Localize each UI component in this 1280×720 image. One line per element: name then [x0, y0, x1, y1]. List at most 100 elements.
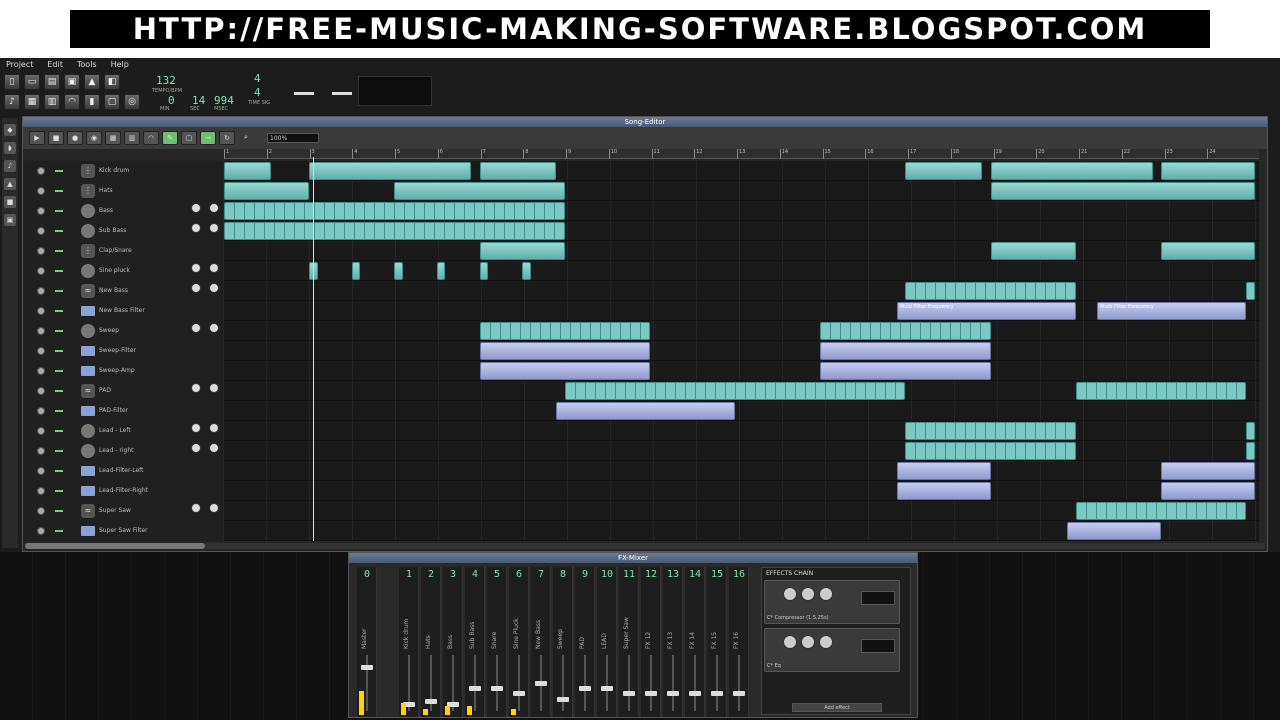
track-lane[interactable] [224, 181, 1259, 201]
volume-fader[interactable] [579, 686, 591, 692]
volume-fader[interactable] [601, 686, 613, 692]
pan-knob[interactable] [209, 223, 219, 233]
time-sig-top[interactable]: 4 [254, 72, 261, 85]
automation-editor-icon[interactable]: ◠ [64, 94, 80, 110]
effect-knob-decay[interactable] [801, 635, 815, 649]
track-lane[interactable] [224, 421, 1259, 441]
pattern-clip[interactable] [224, 182, 310, 200]
track-name[interactable]: Sub Bass [99, 227, 126, 234]
automation-track-icon[interactable] [81, 366, 95, 376]
vol-knob[interactable] [191, 443, 201, 453]
track-lane[interactable] [224, 361, 1259, 381]
volume-fader[interactable] [361, 665, 373, 671]
effect-knob-w-d[interactable] [783, 587, 797, 601]
master-pitch-slider[interactable] [332, 92, 352, 95]
track-name[interactable]: Lead - right [99, 447, 134, 454]
loop-points-icon[interactable]: ↻ [219, 131, 235, 145]
track-lane[interactable] [224, 441, 1259, 461]
fx-channel[interactable]: 2 Hats [421, 567, 441, 717]
my-samples-icon[interactable]: ♪ [4, 160, 16, 172]
volume-fader[interactable] [733, 691, 745, 697]
stop-icon[interactable]: ■ [48, 131, 64, 145]
automation-pattern[interactable] [1161, 482, 1255, 500]
automation-pattern[interactable] [896, 482, 991, 500]
vol-knob[interactable] [191, 383, 201, 393]
whats-this-icon[interactable]: ◧ [104, 74, 120, 90]
automation-track-icon[interactable] [81, 306, 95, 316]
effect-knob-gate[interactable] [819, 635, 833, 649]
pattern-clip[interactable] [224, 222, 565, 240]
instrument-icon[interactable] [81, 324, 95, 338]
piano-roll-icon[interactable]: ▥ [44, 94, 60, 110]
track-name[interactable]: Lead-Filter-Right [99, 487, 148, 494]
pattern-clip[interactable] [436, 262, 446, 280]
time-sig-bottom[interactable]: 4 [254, 86, 261, 99]
track-name[interactable]: Lead-Filter-Left [99, 467, 144, 474]
add-sample-track-icon[interactable]: ▥ [124, 131, 140, 145]
new-from-template-icon[interactable]: ▭ [24, 74, 40, 90]
vol-knob[interactable] [191, 423, 201, 433]
mute-toggle[interactable] [37, 287, 45, 295]
track-name[interactable]: Super Saw [99, 507, 131, 514]
volume-fader[interactable] [469, 686, 481, 692]
instrument-icon[interactable] [81, 444, 95, 458]
automation-pattern[interactable] [820, 362, 991, 380]
fx-channel[interactable]: 5 Snare [487, 567, 507, 717]
pattern-clip[interactable] [990, 182, 1255, 200]
track-lane[interactable] [224, 461, 1259, 481]
my-home-icon[interactable]: ■ [4, 196, 16, 208]
pan-knob[interactable] [209, 503, 219, 513]
auto-scroll-icon[interactable]: → [200, 131, 216, 145]
automation-pattern[interactable]: Multi Filter Frequency [896, 302, 1076, 320]
track-name[interactable]: Lead - Left [99, 427, 131, 434]
vol-knob[interactable] [191, 283, 201, 293]
fx-channel[interactable]: 3 Bass [443, 567, 463, 717]
fx-channel[interactable]: 15 FX 15 [707, 567, 727, 717]
beat-editor-icon[interactable]: ▦ [24, 94, 40, 110]
pattern-clip[interactable] [394, 262, 403, 280]
track-lane[interactable] [224, 521, 1259, 541]
track-name[interactable]: PAD-Filter [99, 407, 128, 414]
pan-knob[interactable] [209, 283, 219, 293]
pattern-clip[interactable] [820, 322, 991, 340]
fx-channel[interactable]: 1 Kick drum [399, 567, 419, 717]
track-name[interactable]: Sweep-Filter [99, 347, 136, 354]
fx-channel[interactable]: 12 FX 12 [641, 567, 661, 717]
mute-toggle[interactable] [37, 387, 45, 395]
pattern-clip[interactable] [564, 382, 906, 400]
root-directory-icon[interactable]: ▣ [4, 214, 16, 226]
pattern-clip[interactable] [224, 202, 565, 220]
pan-knob[interactable] [209, 203, 219, 213]
track-lane[interactable] [224, 381, 1259, 401]
instrument-icon[interactable]: ≈ [81, 284, 95, 298]
automation-pattern[interactable] [1067, 522, 1162, 540]
pattern-clip[interactable] [479, 162, 557, 180]
track-lane[interactable] [224, 341, 1259, 361]
menu-project[interactable]: Project [6, 60, 33, 72]
track-name[interactable]: Sweep-Amp [99, 367, 135, 374]
mute-toggle[interactable] [37, 427, 45, 435]
instrument-icon[interactable] [81, 224, 95, 238]
automation-pattern[interactable] [479, 362, 650, 380]
controller-rack-icon[interactable]: ◎ [124, 94, 140, 110]
mute-toggle[interactable] [37, 367, 45, 375]
record-icon[interactable]: ● [67, 131, 83, 145]
pattern-clip[interactable] [394, 182, 565, 200]
pattern-clip[interactable] [224, 162, 271, 180]
horizontal-scrollbar[interactable] [25, 543, 1265, 549]
mute-toggle[interactable] [37, 487, 45, 495]
pattern-clip[interactable] [479, 242, 565, 260]
track-name[interactable]: New Bass [99, 287, 128, 294]
pattern-clip[interactable] [905, 162, 983, 180]
automation-pattern[interactable] [820, 342, 991, 360]
pan-knob[interactable] [209, 443, 219, 453]
instrument-icon[interactable] [81, 264, 95, 278]
pattern-clip[interactable] [522, 262, 531, 280]
mute-toggle[interactable] [37, 527, 45, 535]
automation-pattern[interactable] [479, 342, 650, 360]
automation-track-icon[interactable] [81, 526, 95, 536]
volume-fader[interactable] [711, 691, 723, 697]
track-lane[interactable] [224, 261, 1259, 281]
volume-fader[interactable] [667, 691, 679, 697]
track-lane[interactable] [224, 501, 1259, 521]
